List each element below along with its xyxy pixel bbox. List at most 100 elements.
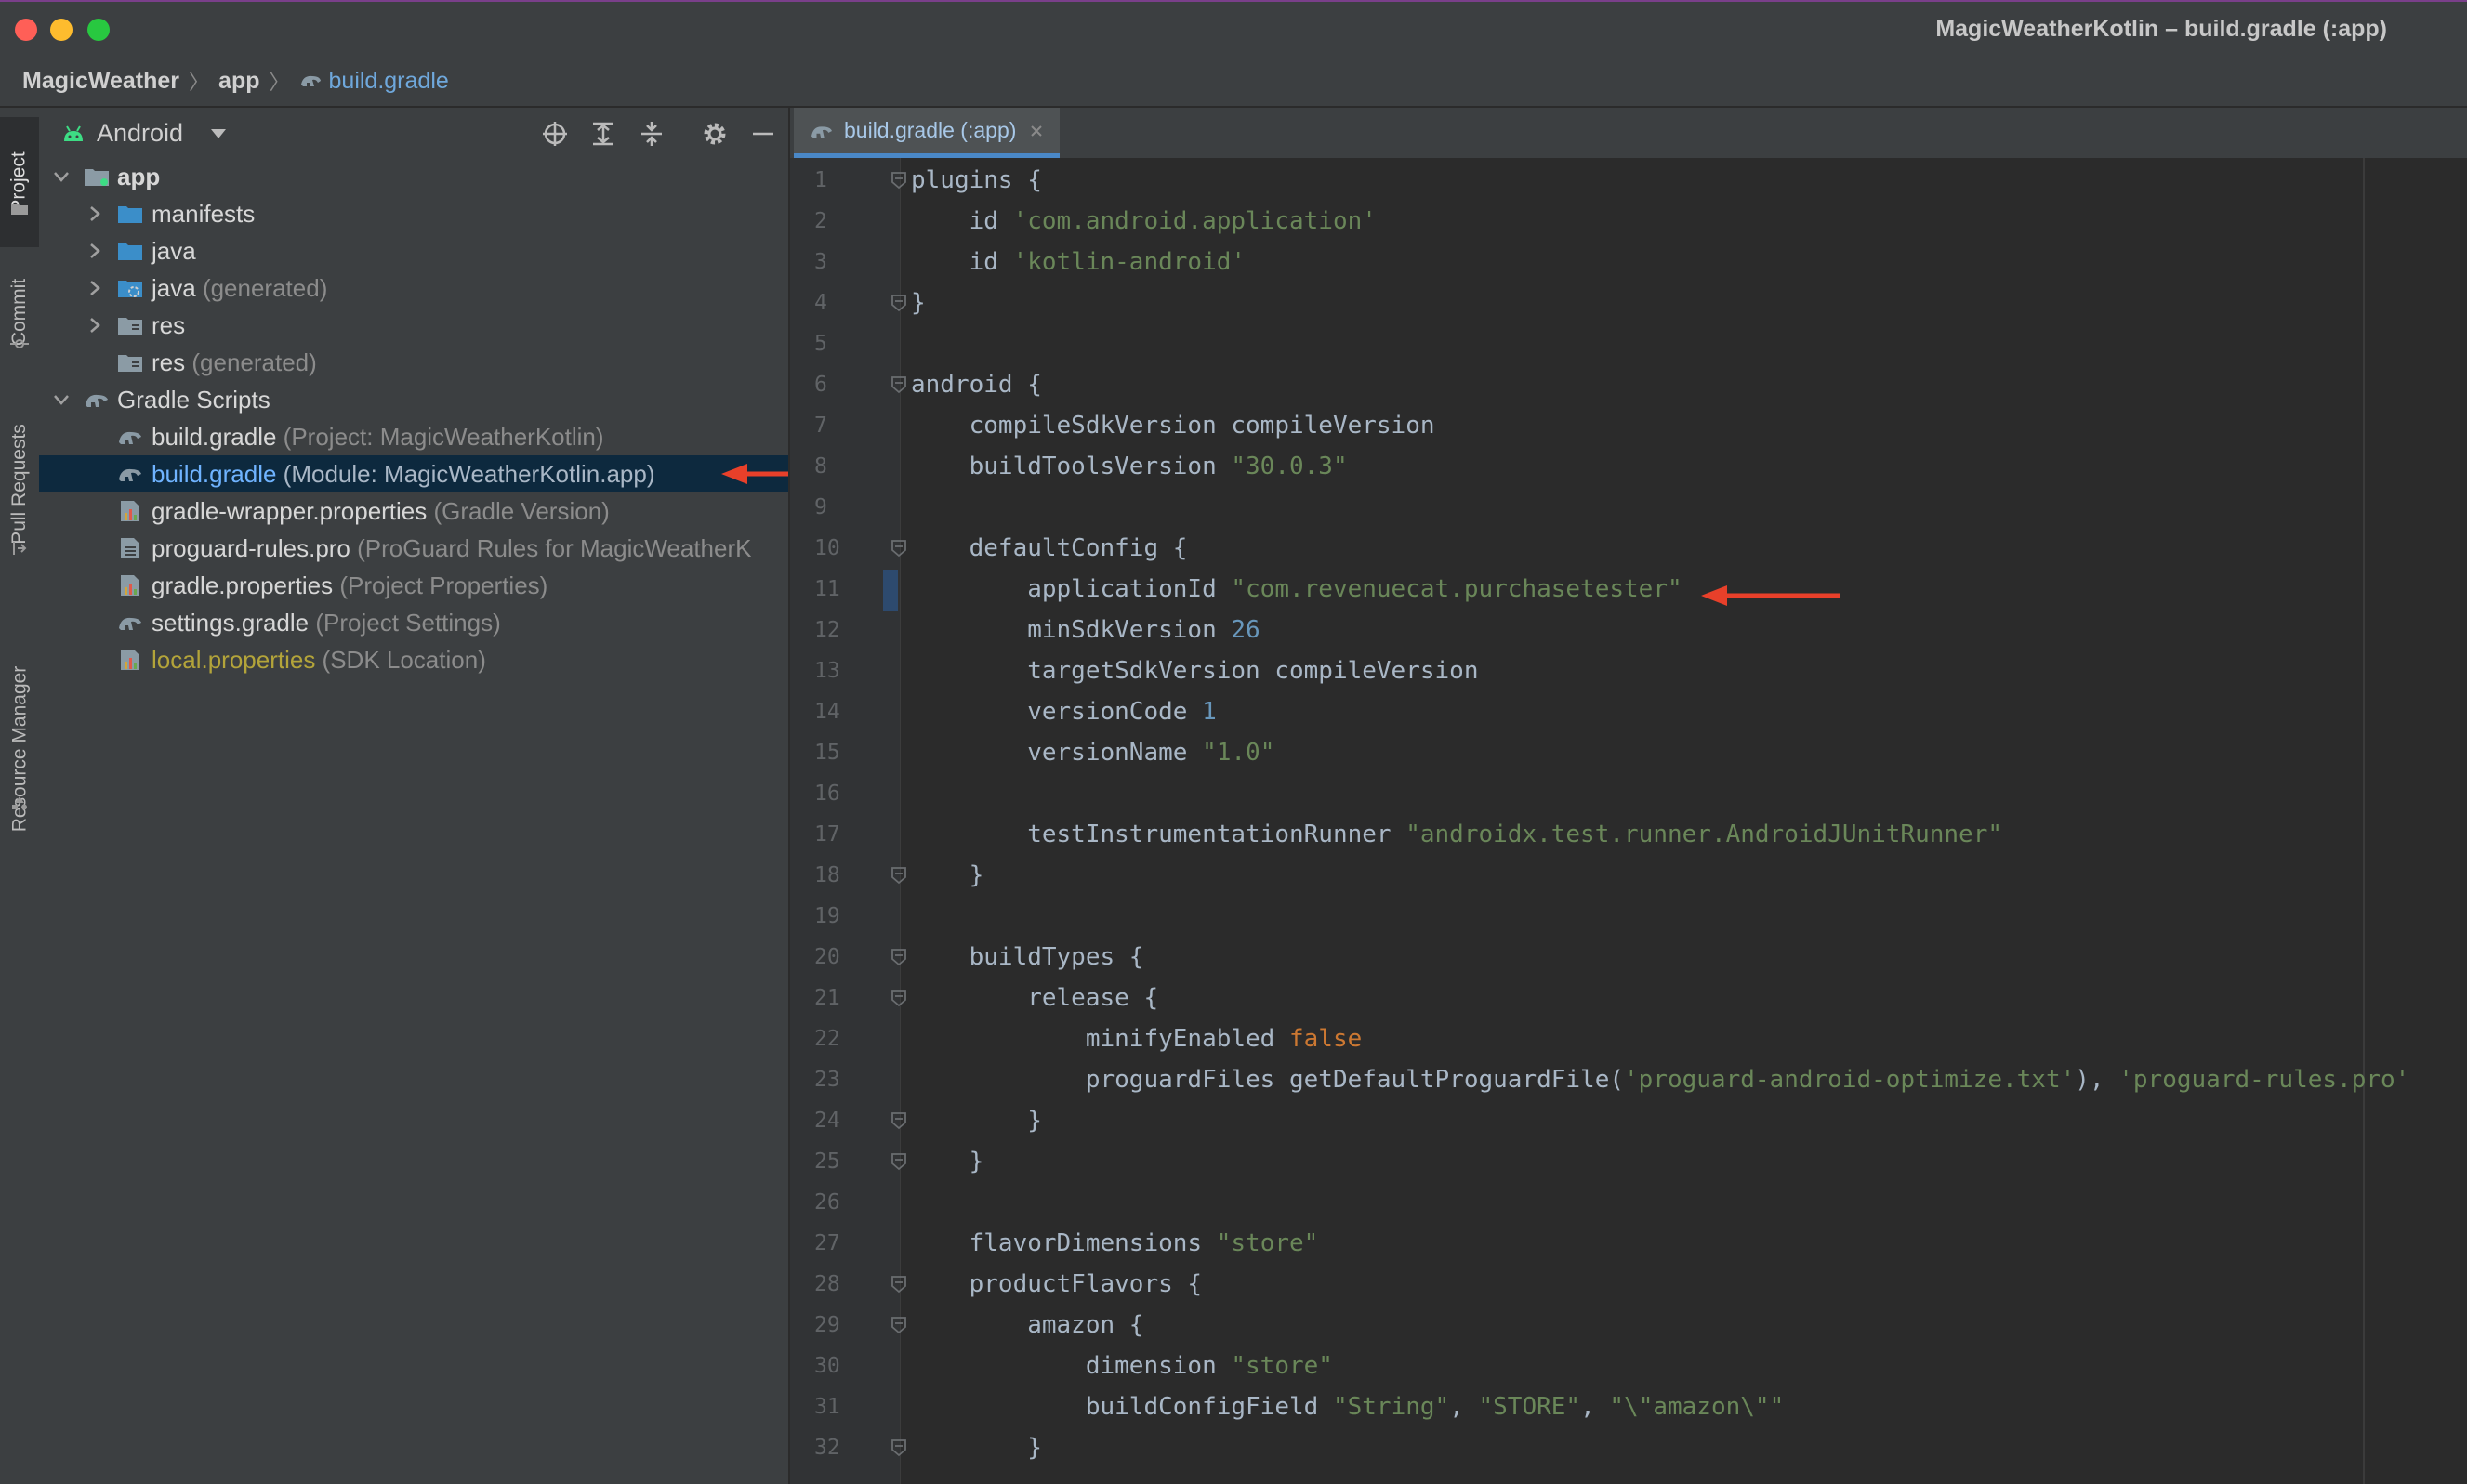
code-line[interactable]: 11 applicationId "com.revenuecat.purchas… — [790, 569, 2467, 610]
fold-marker-icon[interactable] — [890, 948, 907, 966]
code-line[interactable]: 15 versionName "1.0" — [790, 732, 2467, 773]
code-line[interactable]: 10 defaultConfig { — [790, 528, 2467, 569]
code-line[interactable]: 20 buildTypes { — [790, 937, 2467, 978]
code-line[interactable]: 19 — [790, 896, 2467, 937]
code-line[interactable]: 1 plugins { — [790, 160, 2467, 201]
tool-tab-commit[interactable]: Commit — [0, 256, 39, 368]
breadcrumb-item-file[interactable]: build.gradle — [329, 68, 449, 95]
code-line[interactable]: 16 — [790, 773, 2467, 814]
chevron-down-icon[interactable] — [52, 390, 71, 409]
code-line[interactable]: 13 targetSdkVersion compileVersion — [790, 650, 2467, 691]
tree-item-app[interactable]: app — [39, 158, 788, 195]
code-line[interactable]: 23 proguardFiles getDefaultProguardFile(… — [790, 1059, 2467, 1100]
code-line[interactable]: 8 buildToolsVersion "30.0.3" — [790, 446, 2467, 487]
tree-item-gradle-scripts[interactable]: Gradle Scripts — [39, 381, 788, 418]
minimize-window-button[interactable] — [50, 19, 73, 41]
tree-item-gradle-wrapper-properties[interactable]: gradle-wrapper.properties (Gradle Versio… — [39, 492, 788, 530]
code-line[interactable]: 7 compileSdkVersion compileVersion — [790, 405, 2467, 446]
tree-item-hint: (generated) — [191, 348, 317, 376]
code-line[interactable]: 26 — [790, 1182, 2467, 1223]
chevron-right-icon[interactable] — [86, 242, 104, 260]
tree-item-label: app — [117, 163, 161, 190]
chevron-right-icon[interactable] — [86, 316, 104, 335]
code-line[interactable]: 2 id 'com.android.application' — [790, 201, 2467, 242]
code-line[interactable]: 30 dimension "store" — [790, 1346, 2467, 1386]
tree-item-res-generated[interactable]: res (generated) — [39, 344, 788, 381]
fold-marker-icon[interactable] — [890, 1316, 907, 1334]
tree-item-label: local.properties — [152, 646, 316, 674]
maximize-window-button[interactable] — [87, 19, 110, 41]
code-line[interactable]: 14 versionCode 1 — [790, 691, 2467, 732]
breadcrumb-item-project[interactable]: MagicWeather — [22, 68, 179, 95]
code-line[interactable]: 3 id 'kotlin-android' — [790, 242, 2467, 282]
fold-marker-icon[interactable] — [890, 375, 907, 394]
fold-marker-icon[interactable] — [890, 989, 907, 1007]
tree-item-manifests[interactable]: manifests — [39, 195, 788, 232]
project-view-selector[interactable]: Android — [97, 119, 183, 148]
close-icon[interactable] — [1029, 124, 1044, 138]
fold-marker-icon[interactable] — [890, 1438, 907, 1457]
tree-item-build-gradle-project[interactable]: build.gradle (Project: MagicWeatherKotli… — [39, 418, 788, 455]
editor-tab-label: build.gradle (:app) — [844, 118, 1017, 142]
code-line[interactable]: 31 buildConfigField "String", "STORE", "… — [790, 1386, 2467, 1427]
tree-item-settings-gradle[interactable]: settings.gradle (Project Settings) — [39, 604, 788, 641]
code-text: minifyEnabled false — [911, 1025, 1363, 1053]
editor-tab-build-gradle-app[interactable]: build.gradle (:app) — [794, 108, 1060, 158]
tool-tab-project[interactable]: Project — [0, 117, 39, 247]
code-line[interactable]: 22 minifyEnabled false — [790, 1018, 2467, 1059]
code-text: proguardFiles getDefaultProguardFile('pr… — [911, 1066, 2410, 1094]
code-text: flavorDimensions "store" — [911, 1229, 1319, 1257]
fold-marker-icon[interactable] — [890, 866, 907, 885]
code-line[interactable]: 32 } — [790, 1427, 2467, 1468]
collapse-all-icon[interactable] — [638, 120, 666, 148]
code-line[interactable]: 21 release { — [790, 978, 2467, 1018]
tree-item-hint: (Project Properties) — [339, 571, 548, 599]
code-text: id 'com.android.application' — [911, 207, 1377, 235]
fold-marker-icon[interactable] — [890, 539, 907, 558]
tree-item-gradle-properties[interactable]: gradle.properties (Project Properties) — [39, 567, 788, 604]
fold-marker-icon[interactable] — [890, 1152, 907, 1171]
code-line[interactable]: 9 — [790, 487, 2467, 528]
code-line[interactable]: 29 amazon { — [790, 1305, 2467, 1346]
code-line[interactable]: 17 testInstrumentationRunner "androidx.t… — [790, 814, 2467, 855]
chevron-down-icon[interactable] — [210, 128, 227, 139]
tree-item-java[interactable]: java — [39, 232, 788, 269]
code-text: targetSdkVersion compileVersion — [911, 657, 1479, 685]
tree-item-build-gradle-module[interactable]: build.gradle (Module: MagicWeatherKotlin… — [39, 455, 788, 492]
close-window-button[interactable] — [15, 19, 37, 41]
tree-item-proguard-rules[interactable]: proguard-rules.pro (ProGuard Rules for M… — [39, 530, 788, 567]
tree-item-java-generated[interactable]: java (generated) — [39, 269, 788, 307]
code-line[interactable]: 4} — [790, 282, 2467, 323]
chevron-right-icon[interactable] — [86, 279, 104, 297]
gear-icon[interactable] — [701, 120, 729, 148]
code-text: defaultConfig { — [911, 534, 1188, 562]
code-line[interactable]: 24 } — [790, 1100, 2467, 1141]
breadcrumb-item-module[interactable]: app — [218, 68, 259, 95]
gradle-icon — [119, 431, 141, 444]
code-line[interactable]: 12 minSdkVersion 26 — [790, 610, 2467, 650]
fold-marker-icon[interactable] — [890, 171, 907, 190]
tree-item-hint: (generated) — [202, 274, 328, 302]
tree-item-local-properties[interactable]: local.properties (SDK Location) — [39, 641, 788, 678]
tree-item-hint: (Project: MagicWeatherKotlin) — [283, 423, 604, 451]
code-text: release { — [911, 984, 1159, 1012]
chevron-right-icon[interactable] — [86, 204, 104, 223]
tree-item-res[interactable]: res — [39, 307, 788, 344]
code-line[interactable]: 27 flavorDimensions "store" — [790, 1223, 2467, 1264]
code-line[interactable]: 5 — [790, 323, 2467, 364]
expand-all-icon[interactable] — [589, 120, 617, 148]
tree-item-label: java — [152, 237, 196, 265]
fold-marker-icon[interactable] — [890, 1275, 907, 1294]
tool-tab-resource-manager[interactable]: Resource Manager — [0, 600, 39, 898]
code-line[interactable]: 25 } — [790, 1141, 2467, 1182]
code-line[interactable]: 6 android { — [790, 364, 2467, 405]
code-line[interactable]: 18 } — [790, 855, 2467, 896]
fold-marker-icon[interactable] — [890, 1111, 907, 1130]
fold-marker-icon[interactable] — [890, 294, 907, 312]
chevron-down-icon[interactable] — [52, 167, 71, 186]
locate-file-icon[interactable] — [541, 120, 569, 148]
code-editor[interactable]: 1 plugins {2 id 'com.android.application'… — [790, 158, 2467, 1484]
hide-panel-icon[interactable] — [749, 120, 777, 148]
code-line[interactable]: 28 productFlavors { — [790, 1264, 2467, 1305]
line-number: 2 — [814, 209, 827, 233]
